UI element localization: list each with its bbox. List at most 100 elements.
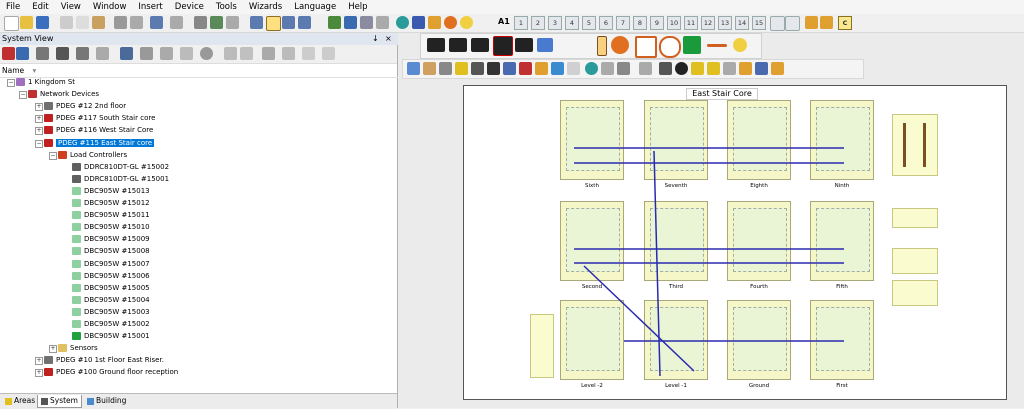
tree-node[interactable]: Load Controllers	[58, 150, 127, 161]
menu-device[interactable]: Device	[169, 0, 210, 14]
tool-icon[interactable]	[739, 62, 752, 75]
rectangle-symbol-icon[interactable]	[635, 36, 657, 58]
group-button-15[interactable]: 15	[752, 16, 766, 30]
tool-icon[interactable]	[322, 47, 335, 60]
tool-icon[interactable]	[455, 62, 468, 75]
tool-icon[interactable]	[262, 47, 275, 60]
view-icon[interactable]	[282, 16, 295, 29]
expand-toggle[interactable]: +	[35, 357, 43, 366]
tool-icon[interactable]	[302, 47, 315, 60]
tab-system[interactable]: System	[37, 395, 82, 408]
tool-icon[interactable]	[96, 47, 109, 60]
tree-node[interactable]: DBC905W #15010	[72, 222, 150, 233]
tree-node[interactable]: Network Devices	[28, 89, 99, 100]
tool-icon[interactable]	[2, 47, 15, 60]
tool-icon[interactable]	[282, 47, 295, 60]
delete-icon[interactable]	[114, 16, 127, 29]
view-active-icon[interactable]	[266, 16, 281, 31]
network-icon[interactable]	[344, 16, 357, 29]
menu-tools[interactable]: Tools	[210, 0, 243, 14]
tree-node[interactable]: PDEG #117 South Stair core	[44, 113, 155, 124]
tool-icon[interactable]	[471, 62, 484, 75]
select-icon[interactable]	[407, 62, 420, 75]
menu-window[interactable]: Window	[87, 0, 133, 14]
sensor-symbol-icon[interactable]	[537, 38, 553, 52]
tree-node[interactable]: DBC905W #15005	[72, 283, 150, 294]
view-icon[interactable]	[250, 16, 263, 29]
group-button-11[interactable]: 11	[684, 16, 698, 30]
tool-icon[interactable]	[376, 16, 389, 29]
redo-icon[interactable]	[170, 16, 183, 29]
undo-icon[interactable]	[150, 16, 163, 29]
group-button-8[interactable]: 8	[633, 16, 647, 30]
line-symbol-icon[interactable]	[707, 44, 727, 47]
exit-sign-icon[interactable]	[683, 36, 701, 54]
bulb-icon[interactable]	[733, 38, 747, 52]
tool-icon[interactable]	[16, 47, 29, 60]
chevron-down-icon[interactable]	[785, 16, 800, 31]
device-symbol-icon[interactable]	[449, 38, 467, 52]
d-icon[interactable]	[585, 62, 598, 75]
network-icon[interactable]	[360, 16, 373, 29]
tree-node[interactable]: DBC905W #15002	[72, 319, 150, 330]
tool-icon[interactable]	[503, 62, 516, 75]
tree-node[interactable]: DBC905W #15004	[72, 295, 150, 306]
tree-node[interactable]: DBC905W #15012	[72, 198, 150, 209]
find-icon[interactable]	[56, 47, 69, 60]
group-button-10[interactable]: 10	[667, 16, 681, 30]
grid-icon[interactable]	[820, 16, 833, 29]
tab-areas[interactable]: Areas	[2, 395, 38, 407]
tool-icon[interactable]	[200, 47, 213, 60]
tool-icon[interactable]	[180, 47, 193, 60]
tree-node[interactable]: DBC905W #15003	[72, 307, 150, 318]
device-symbol-icon[interactable]	[515, 38, 533, 52]
grid-icon[interactable]	[805, 16, 818, 29]
device-panel[interactable]	[892, 248, 938, 274]
tool-icon[interactable]	[601, 62, 614, 75]
pin-icon[interactable]: ↓	[372, 33, 379, 45]
network-icon[interactable]	[328, 16, 341, 29]
tool-icon[interactable]	[76, 47, 89, 60]
device-panel[interactable]	[892, 208, 938, 228]
tool-icon[interactable]	[723, 62, 736, 75]
group-button-9[interactable]: 9	[650, 16, 664, 30]
tool-icon[interactable]	[707, 62, 720, 75]
tag-icon[interactable]	[428, 16, 441, 29]
circle-symbol-icon[interactable]	[659, 36, 681, 58]
tree-node[interactable]: 1 Kingdom St	[16, 77, 75, 88]
tool-icon[interactable]	[224, 47, 237, 60]
copy-icon[interactable]	[76, 16, 89, 29]
tool-icon[interactable]	[551, 62, 564, 75]
tree-node[interactable]: Sensors	[58, 343, 98, 354]
tool-icon[interactable]	[439, 62, 452, 75]
view-icon[interactable]	[298, 16, 311, 29]
tool-icon[interactable]	[130, 16, 143, 29]
device-cabinet[interactable]	[892, 114, 938, 176]
tool-icon[interactable]	[519, 62, 532, 75]
tree-node[interactable]: DBC905W #15011	[72, 210, 150, 221]
tree-node[interactable]: PDEG #12 2nd floor	[44, 101, 126, 112]
tool-icon[interactable]	[771, 62, 784, 75]
tool-icon[interactable]	[535, 62, 548, 75]
group-button-7[interactable]: 7	[616, 16, 630, 30]
layers-icon[interactable]	[487, 62, 500, 75]
new-file-icon[interactable]	[4, 16, 19, 31]
d-icon[interactable]	[396, 16, 409, 29]
tool-icon[interactable]	[36, 47, 49, 60]
tool-icon[interactable]	[691, 62, 704, 75]
group-button-4[interactable]: 4	[565, 16, 579, 30]
close-icon[interactable]: ×	[385, 33, 392, 45]
a1-label[interactable]: A1	[498, 17, 510, 26]
tree-node[interactable]: PDEG #115 East Stair core	[44, 138, 155, 149]
tree-node[interactable]: DBC905W #15008	[72, 246, 150, 257]
tree-node[interactable]: DBC905W #15007	[72, 259, 150, 270]
tool-icon[interactable]	[675, 62, 688, 75]
expand-toggle[interactable]: −	[49, 151, 57, 160]
tool-icon[interactable]	[617, 62, 630, 75]
tool-icon[interactable]	[226, 16, 239, 29]
save-icon[interactable]	[36, 16, 49, 29]
group-button-12[interactable]: 12	[701, 16, 715, 30]
expand-toggle[interactable]: +	[49, 345, 57, 354]
tree-node[interactable]: DDRC810DT-GL #15002	[72, 162, 169, 173]
device-panel[interactable]	[892, 280, 938, 306]
